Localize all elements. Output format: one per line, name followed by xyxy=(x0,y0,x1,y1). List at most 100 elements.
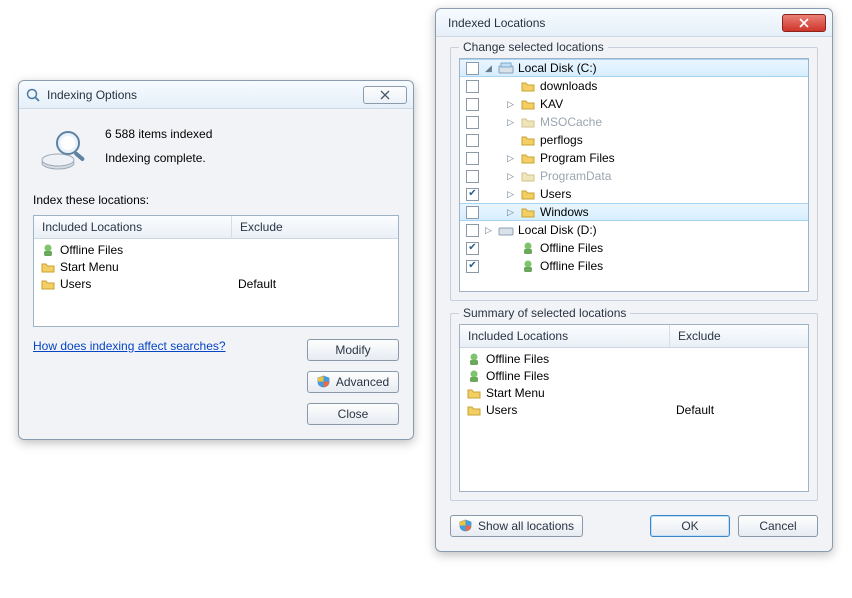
item-name: Offline Files xyxy=(60,243,123,257)
checkbox[interactable] xyxy=(466,116,479,129)
folder-icon xyxy=(520,186,536,202)
tree-item[interactable]: ▷ KAV xyxy=(460,95,808,113)
list-item[interactable]: Users Default xyxy=(460,401,808,418)
offline-files-icon xyxy=(466,368,482,384)
close-icon xyxy=(797,18,811,28)
tree-label: Local Disk (D:) xyxy=(518,223,597,237)
folder-icon xyxy=(466,385,482,401)
expander-placeholder xyxy=(505,135,516,146)
checkbox[interactable] xyxy=(466,80,479,93)
expander-closed-icon[interactable]: ▷ xyxy=(505,171,516,182)
expander-closed-icon[interactable]: ▷ xyxy=(505,99,516,110)
indexing-options-window: Indexing Options 6 588 items indexed Ind… xyxy=(18,80,414,440)
expander-closed-icon[interactable]: ▷ xyxy=(505,153,516,164)
list-item[interactable]: Start Menu xyxy=(34,258,398,275)
drive-icon xyxy=(498,60,514,76)
column-exclude[interactable]: Exclude xyxy=(670,325,808,347)
help-link[interactable]: How does indexing affect searches? xyxy=(33,339,307,353)
list-item[interactable]: Start Menu xyxy=(460,384,808,401)
column-included[interactable]: Included Locations xyxy=(460,325,670,347)
checkbox[interactable] xyxy=(466,260,479,273)
tree-item[interactable]: ▷ MSOCache xyxy=(460,113,808,131)
column-exclude[interactable]: Exclude xyxy=(232,216,398,238)
folder-icon xyxy=(520,132,536,148)
cancel-button[interactable]: Cancel xyxy=(738,515,818,537)
list-item[interactable]: Offline Files xyxy=(34,241,398,258)
checkbox[interactable] xyxy=(466,134,479,147)
folder-icon xyxy=(520,168,536,184)
section-label: Index these locations: xyxy=(33,193,399,207)
folder-icon xyxy=(40,276,56,292)
listview-header: Included Locations Exclude xyxy=(34,216,398,239)
shield-icon xyxy=(317,375,331,389)
item-exclude: Default xyxy=(238,277,276,291)
expander-closed-icon[interactable]: ▷ xyxy=(483,225,494,236)
folder-icon xyxy=(520,96,536,112)
tree-item-local-disk-d[interactable]: ▷ Local Disk (D:) xyxy=(460,221,808,239)
tree-label: Local Disk (C:) xyxy=(518,61,597,75)
summary-listview[interactable]: Included Locations Exclude Offline Files xyxy=(459,324,809,492)
checkbox[interactable] xyxy=(466,188,479,201)
checkbox[interactable] xyxy=(466,170,479,183)
expander-placeholder xyxy=(505,81,516,92)
indexing-status: Indexing complete. xyxy=(105,151,212,165)
offline-files-icon xyxy=(520,240,536,256)
tree-item[interactable]: ▷ Program Files xyxy=(460,149,808,167)
titlebar[interactable]: Indexed Locations xyxy=(436,9,832,37)
expander-closed-icon[interactable]: ▷ xyxy=(505,189,516,200)
close-window-button[interactable] xyxy=(782,14,826,32)
item-exclude: Default xyxy=(676,403,714,417)
list-item[interactable]: Users Default xyxy=(34,275,398,292)
folder-icon xyxy=(466,402,482,418)
tree-label: Offline Files xyxy=(540,259,603,273)
checkbox[interactable] xyxy=(466,62,479,75)
folder-icon xyxy=(40,259,56,275)
column-included[interactable]: Included Locations xyxy=(34,216,232,238)
button-label: OK xyxy=(681,519,698,533)
list-item[interactable]: Offline Files xyxy=(460,367,808,384)
offline-files-icon xyxy=(520,258,536,274)
checkbox[interactable] xyxy=(466,206,479,219)
offline-files-icon xyxy=(40,242,56,258)
tree-item[interactable]: perflogs xyxy=(460,131,808,149)
item-name: Offline Files xyxy=(486,369,549,383)
tree-item[interactable]: Offline Files xyxy=(460,239,808,257)
ok-button[interactable]: OK xyxy=(650,515,730,537)
tree-item-local-disk-c[interactable]: ◢ Local Disk (C:) xyxy=(460,59,808,77)
item-name: Users xyxy=(60,277,91,291)
shield-icon xyxy=(459,519,473,533)
checkbox[interactable] xyxy=(466,242,479,255)
checkbox[interactable] xyxy=(466,152,479,165)
close-button[interactable]: Close xyxy=(307,403,399,425)
group-legend: Summary of selected locations xyxy=(459,306,630,320)
locations-tree[interactable]: ◢ Local Disk (C:) downloads ▷ KAV xyxy=(459,58,809,292)
magnifier-drive-icon xyxy=(37,123,91,177)
window-title: Indexed Locations xyxy=(442,16,782,30)
tree-item[interactable]: ▷ Windows xyxy=(460,203,808,221)
titlebar[interactable]: Indexing Options xyxy=(19,81,413,109)
item-name: Users xyxy=(486,403,517,417)
list-item[interactable]: Offline Files xyxy=(460,350,808,367)
close-window-button[interactable] xyxy=(363,86,407,104)
expander-open-icon[interactable]: ◢ xyxy=(483,63,494,74)
tree-item[interactable]: downloads xyxy=(460,77,808,95)
advanced-button[interactable]: Advanced xyxy=(307,371,399,393)
locations-listview[interactable]: Included Locations Exclude Offline Files… xyxy=(33,215,399,327)
tree-label: perflogs xyxy=(540,133,583,147)
offline-files-icon xyxy=(466,351,482,367)
tree-item[interactable]: Offline Files xyxy=(460,257,808,275)
indexed-locations-window: Indexed Locations Change selected locati… xyxy=(435,8,833,552)
button-label: Modify xyxy=(335,343,370,357)
expander-closed-icon[interactable]: ▷ xyxy=(505,117,516,128)
tree-item[interactable]: ▷ Users xyxy=(460,185,808,203)
expander-closed-icon[interactable]: ▷ xyxy=(505,207,516,218)
group-legend: Change selected locations xyxy=(459,40,608,54)
checkbox[interactable] xyxy=(466,224,479,237)
expander-placeholder xyxy=(505,243,516,254)
summary-group: Summary of selected locations Included L… xyxy=(450,313,818,501)
checkbox[interactable] xyxy=(466,98,479,111)
show-all-locations-button[interactable]: Show all locations xyxy=(450,515,583,537)
modify-button[interactable]: Modify xyxy=(307,339,399,361)
search-options-icon xyxy=(25,87,41,103)
tree-item[interactable]: ▷ ProgramData xyxy=(460,167,808,185)
